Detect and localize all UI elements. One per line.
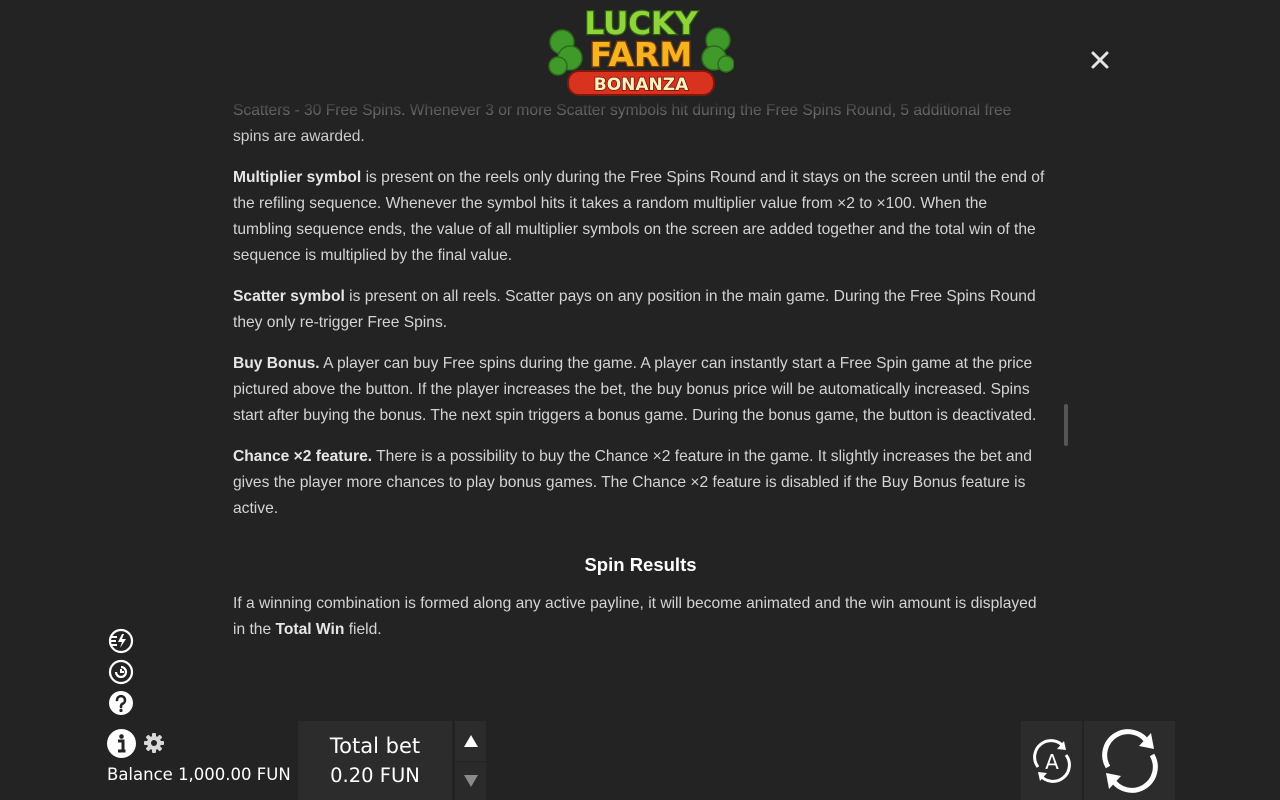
total-bet-label: Total bet bbox=[329, 733, 421, 758]
clover-left-icon bbox=[548, 29, 583, 76]
autoplay-button[interactable]: A bbox=[1021, 721, 1082, 800]
gear-icon[interactable] bbox=[143, 732, 165, 754]
balance-display: Balance 1,000.00 FUN bbox=[107, 765, 291, 784]
spin-icon bbox=[1101, 728, 1158, 793]
balance-value: 1,000.00 FUN bbox=[178, 765, 291, 784]
total-win-label: Total Win bbox=[275, 621, 345, 639]
multiplier-title: Multiplier symbol bbox=[233, 169, 362, 187]
help-icon[interactable] bbox=[108, 690, 134, 716]
spin-results-paragraph: If a winning combination is formed along… bbox=[233, 595, 1037, 639]
balance-label: Balance bbox=[107, 765, 173, 784]
arrow-up-icon bbox=[463, 735, 478, 747]
section-title-spin-results: Spin Results bbox=[584, 553, 697, 575]
buy-bonus-title: Buy Bonus. bbox=[233, 355, 320, 373]
intro-paragraph: Scatters - 30 Free Spins. Whenever 3 or … bbox=[233, 102, 1012, 145]
rules-content[interactable]: Scatters - 30 Free Spins. Whenever 3 or … bbox=[233, 98, 1048, 698]
spin-button[interactable] bbox=[1084, 721, 1175, 800]
buy-bonus-paragraph: Buy Bonus. A player can buy Free spins d… bbox=[233, 355, 1037, 424]
chance-paragraph: Chance ×2 feature. There is a possibilit… bbox=[233, 448, 1032, 517]
arrow-down-icon bbox=[463, 775, 478, 787]
bottom-fade bbox=[233, 658, 1048, 698]
bet-increase-button[interactable] bbox=[455, 721, 486, 761]
scrollbar-thumb[interactable] bbox=[1064, 404, 1068, 446]
turbo-icon[interactable] bbox=[108, 628, 134, 654]
history-icon[interactable] bbox=[108, 659, 134, 685]
multiplier-paragraph: Multiplier symbol is present on the reel… bbox=[233, 169, 1045, 264]
scatter-title: Scatter symbol bbox=[233, 287, 345, 305]
total-bet-value: 0.20 FUN bbox=[330, 763, 420, 787]
chance-title: Chance ×2 feature. bbox=[233, 448, 373, 466]
total-bet-panel: Total bet 0.20 FUN bbox=[298, 721, 452, 800]
info-icon[interactable] bbox=[106, 728, 137, 759]
bet-decrease-button[interactable] bbox=[455, 762, 486, 800]
logo-farm: FARM bbox=[590, 35, 693, 74]
logo-bonanza: BONANZA bbox=[594, 75, 689, 95]
game-logo: LUCKY FARM BONANZA bbox=[548, 5, 734, 96]
autoplay-label: A bbox=[1045, 750, 1059, 774]
scatter-paragraph: Scatter symbol is present on all reels. … bbox=[233, 287, 1036, 331]
clover-right-icon bbox=[701, 27, 734, 73]
close-icon[interactable] bbox=[1088, 48, 1112, 72]
autoplay-icon: A bbox=[1032, 738, 1071, 783]
